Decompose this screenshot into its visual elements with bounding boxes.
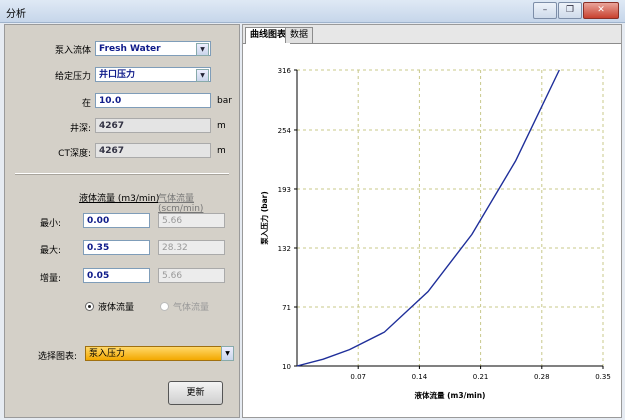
y-tick-label: 193 (278, 186, 291, 194)
restore-button[interactable]: ❐ (558, 2, 582, 19)
y-tick-label: 10 (282, 363, 291, 371)
chevron-down-icon[interactable]: ▼ (221, 346, 234, 361)
min-label: 最小: (39, 219, 61, 229)
x-tick-label: 0.07 (350, 373, 366, 381)
series-line (296, 69, 560, 367)
x-axis-label: 液体流量 (m3/min) (415, 390, 486, 400)
tab-data[interactable]: 数据 (285, 27, 314, 43)
radio-unselected-icon (160, 302, 169, 311)
chevron-down-icon[interactable]: ▼ (196, 69, 209, 82)
gas-rate-header: 气体流量 (scm/min) (158, 194, 204, 214)
tab-bar: 曲线图表 数据 (243, 25, 621, 44)
well-depth-label: 井深: (69, 124, 91, 134)
close-button[interactable]: ✕ (583, 2, 619, 19)
max-liquid-input[interactable]: 0.35 (83, 240, 150, 255)
min-liquid-input[interactable]: 0.00 (83, 213, 150, 228)
fluid-label: 泵入流体 (54, 46, 91, 56)
ct-depth-field: 4267 (95, 143, 211, 158)
pressure-chart: 10 71 132 193 254 316 0.07 0.14 0.21 0.28 0.35 液体流量… (259, 67, 611, 400)
increment-liquid-input[interactable]: 0.05 (83, 268, 150, 283)
chevron-down-icon[interactable]: ▼ (196, 43, 209, 56)
pressure-unit: bar (217, 96, 232, 106)
y-tick-label: 316 (278, 67, 292, 75)
increment-label: 增量: (39, 274, 61, 284)
given-pressure-label: 给定压力 (54, 72, 91, 82)
radio-liquid-rate[interactable]: 液体流量 (85, 300, 134, 313)
given-pressure-value: 井口压力 (99, 70, 136, 80)
given-pressure-select[interactable]: 井口压力 ▼ (95, 67, 211, 82)
divider (15, 173, 229, 175)
radio-gas-rate: 气体流量 (160, 300, 209, 313)
radio-gas-label: 气体流量 (173, 303, 210, 313)
max-label: 最大: (39, 246, 61, 256)
increment-gas-input: 5.66 (158, 268, 225, 283)
minimize-button[interactable]: – (533, 2, 557, 19)
well-depth-unit: m (217, 121, 226, 131)
update-button[interactable]: 更新 (168, 381, 223, 405)
input-panel: 泵入流体 Fresh Water ▼ 给定压力 井口压力 ▼ 在 10.0 ba… (4, 24, 240, 418)
pressure-input[interactable]: 10.0 (95, 93, 211, 108)
radio-liquid-label: 液体流量 (98, 303, 135, 313)
max-gas-input: 28.32 (158, 240, 225, 255)
min-gas-input: 5.66 (158, 213, 225, 228)
chart-panel: 曲线图表 数据 10 71 132 193 254 316 0.07 0.14 0.21 0.28… (242, 24, 622, 418)
y-tick-label: 132 (278, 245, 291, 253)
chart-select-value: 泵入压力 (89, 349, 126, 359)
y-axis-label: 泵入压力 (bar) (259, 191, 269, 245)
title-bar: 分析 – ❐ ✕ (0, 0, 625, 23)
fluid-value: Fresh Water (99, 44, 161, 54)
ct-depth-unit: m (217, 146, 226, 156)
window-title: 分析 (6, 9, 26, 20)
x-tick-label: 0.28 (534, 373, 550, 381)
y-tick-label: 254 (278, 127, 292, 135)
chart-area: 10 71 132 193 254 316 0.07 0.14 0.21 0.28 0.35 液体流量… (243, 44, 621, 416)
x-tick-label: 0.21 (473, 373, 489, 381)
ct-depth-label: CT深度: (58, 149, 91, 159)
liquid-rate-header: 液体流量 (m3/min) (79, 194, 160, 204)
chart-select[interactable]: 泵入压力 ▼ (85, 346, 234, 361)
at-label: 在 (81, 99, 91, 109)
x-tick-label: 0.35 (595, 373, 611, 381)
radio-selected-icon[interactable] (85, 302, 94, 311)
well-depth-field: 4267 (95, 118, 211, 133)
y-tick-label: 71 (282, 304, 291, 312)
x-tick-label: 0.14 (412, 373, 428, 381)
chart-select-label: 选择图表: (37, 352, 77, 362)
fluid-select[interactable]: Fresh Water ▼ (95, 41, 211, 56)
